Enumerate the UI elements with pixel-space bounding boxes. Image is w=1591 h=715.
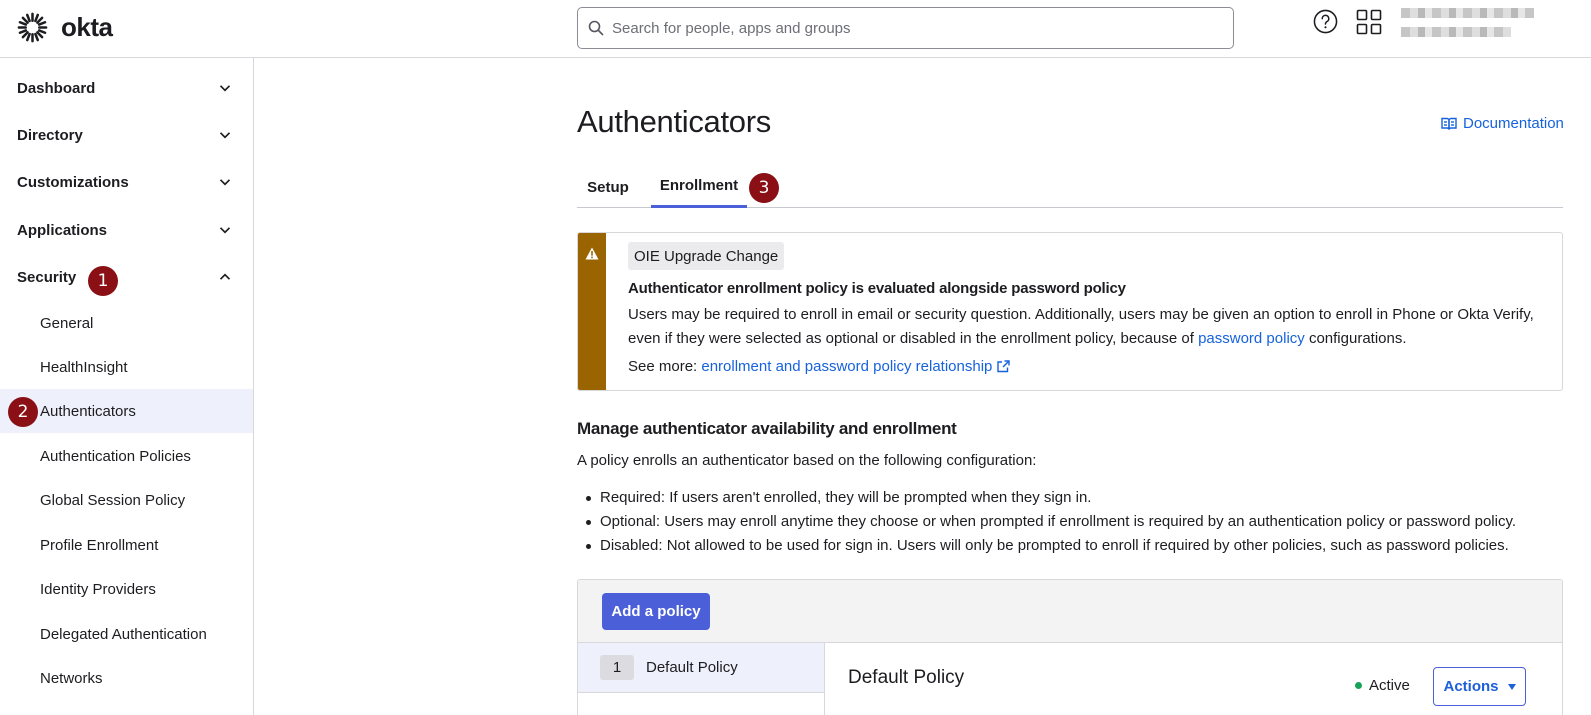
- sidebar-item-security[interactable]: Security: [0, 254, 253, 300]
- sidebar-item-general[interactable]: General: [0, 301, 253, 345]
- sidebar-item-label: Profile Enrollment: [40, 536, 159, 554]
- list-item: Required: If users aren't enrolled, they…: [577, 486, 1516, 510]
- sidebar-item-label: HealthInsight: [40, 358, 128, 376]
- documentation-link-label: Documentation: [1463, 115, 1564, 132]
- chevron-down-icon: [219, 132, 231, 139]
- chevron-up-icon: [219, 273, 231, 280]
- sidebar-item-label: Security: [17, 268, 77, 286]
- actions-dropdown-button[interactable]: Actions: [1433, 667, 1526, 706]
- status-label: Active: [1369, 677, 1410, 694]
- add-policy-button[interactable]: Add a policy: [602, 593, 710, 630]
- callout-body: Users may be required to enroll in email…: [628, 303, 1548, 351]
- tab-enrollment[interactable]: Enrollment: [651, 166, 747, 208]
- enrollment-password-policy-link[interactable]: enrollment and password policy relations…: [701, 358, 992, 375]
- sidebar-item-label: Identity Providers: [40, 580, 156, 598]
- sidebar: Dashboard Directory Customizations Appli…: [0, 58, 254, 715]
- sidebar-item-identity-providers[interactable]: Identity Providers: [0, 567, 253, 611]
- oie-upgrade-tag: OIE Upgrade Change: [628, 242, 785, 270]
- sidebar-item-profile-enrollment[interactable]: Profile Enrollment: [0, 523, 253, 567]
- callout-bar: [578, 233, 606, 390]
- chevron-down-icon: [219, 179, 231, 186]
- chevron-down-icon: [219, 85, 231, 92]
- sidebar-item-label: Networks: [40, 669, 103, 687]
- sidebar-item-label: Customizations: [17, 173, 129, 191]
- top-bar: okta: [0, 0, 1591, 58]
- sidebar-item-authentication-policies[interactable]: Authentication Policies: [0, 434, 253, 478]
- app-switcher-icon[interactable]: [1356, 9, 1382, 35]
- policy-priority: 1: [600, 655, 634, 680]
- step-badge: 1: [88, 266, 118, 296]
- sidebar-item-label: Authenticators: [40, 402, 136, 420]
- sidebar-item-label: Directory: [17, 126, 83, 144]
- help-icon[interactable]: [1313, 9, 1338, 34]
- upgrade-callout: OIE Upgrade Change Authenticator enrollm…: [577, 232, 1563, 391]
- status-badge: Active: [1355, 677, 1410, 694]
- list-item: Disabled: Not allowed to be used for sig…: [577, 534, 1516, 558]
- documentation-link[interactable]: Documentation: [1441, 115, 1564, 132]
- sidebar-item-label: Dashboard: [17, 79, 96, 97]
- sidebar-item-applications[interactable]: Applications: [0, 207, 253, 253]
- actions-label: Actions: [1443, 678, 1499, 695]
- policy-detail-title: Default Policy: [848, 667, 965, 688]
- callout-body-text: configurations.: [1304, 330, 1407, 347]
- step-badge: 2: [8, 397, 38, 427]
- logo-text: okta: [61, 12, 113, 42]
- blurred-org-name: [1401, 27, 1511, 37]
- password-policy-link[interactable]: password policy: [1198, 330, 1305, 347]
- sidebar-item-networks[interactable]: Networks: [0, 656, 253, 700]
- okta-logo-icon: [17, 12, 48, 43]
- sidebar-item-label: Delegated Authentication: [40, 625, 207, 643]
- policy-list: 1 Default Policy: [578, 643, 825, 715]
- list-item: Optional: Users may enroll anytime they …: [577, 510, 1516, 534]
- sidebar-item-label: Applications: [17, 221, 108, 239]
- sidebar-item-directory[interactable]: Directory: [0, 112, 253, 158]
- policy-panel: Add a policy 1 Default Policy Default Po…: [577, 579, 1563, 715]
- sidebar-item-delegated-authentication[interactable]: Delegated Authentication: [0, 612, 253, 656]
- sidebar-item-label: Authentication Policies: [40, 447, 191, 465]
- section-title: Manage authenticator availability and en…: [577, 419, 957, 438]
- policy-name: Default Policy: [646, 659, 738, 676]
- search-icon: [588, 20, 604, 36]
- sidebar-item-global-session-policy[interactable]: Global Session Policy: [0, 478, 253, 522]
- search-box[interactable]: [577, 7, 1234, 49]
- sidebar-item-label: Global Session Policy: [40, 491, 186, 509]
- see-more-row: See more: enrollment and password policy…: [628, 358, 1011, 375]
- tab-setup[interactable]: Setup: [577, 166, 639, 208]
- search-input[interactable]: [612, 19, 1212, 37]
- callout-title: Authenticator enrollment policy is evalu…: [628, 280, 1126, 297]
- external-link-icon[interactable]: [997, 360, 1011, 373]
- okta-logo[interactable]: okta: [16, 11, 113, 44]
- book-icon: [1441, 117, 1457, 130]
- user-menu[interactable]: [1401, 8, 1534, 42]
- tab-bar: Setup Enrollment: [577, 166, 1563, 208]
- see-more-label: See more:: [628, 358, 698, 375]
- sidebar-item-dashboard[interactable]: Dashboard: [0, 65, 253, 111]
- warning-icon: [585, 247, 599, 260]
- caret-down-icon: [1507, 683, 1516, 690]
- section-description: A policy enrolls an authenticator based …: [577, 452, 1037, 469]
- page-title: Authenticators: [577, 104, 771, 139]
- blurred-user-name: [1401, 8, 1534, 18]
- sidebar-item-healthinsight[interactable]: HealthInsight: [0, 345, 253, 389]
- list-item[interactable]: 1 Default Policy: [578, 643, 824, 693]
- status-dot-icon: [1355, 682, 1362, 689]
- sidebar-item-customizations[interactable]: Customizations: [0, 159, 253, 205]
- policy-panel-header: Add a policy: [578, 580, 1562, 643]
- config-bullet-list: Required: If users aren't enrolled, they…: [577, 486, 1516, 558]
- sidebar-item-label: General: [40, 314, 94, 332]
- chevron-down-icon: [219, 227, 231, 234]
